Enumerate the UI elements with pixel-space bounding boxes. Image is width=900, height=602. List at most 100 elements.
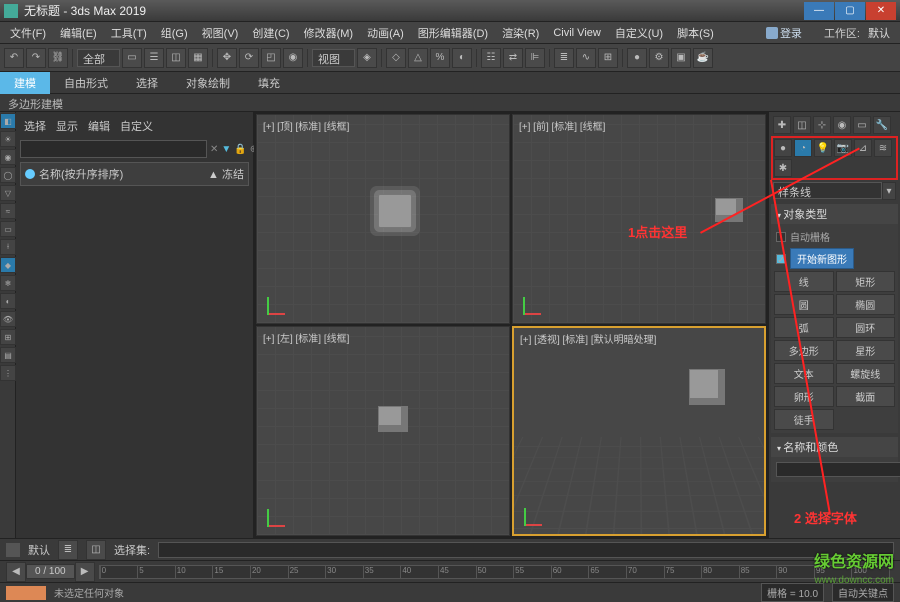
create-object-button[interactable]: 圆环 <box>836 317 896 338</box>
object-name-input[interactable] <box>776 462 900 477</box>
scene-tab[interactable]: 显示 <box>56 118 78 134</box>
link-button[interactable]: ⛓ <box>48 48 68 68</box>
viewport-top[interactable]: [+] [顶] [标准] [线框] <box>256 114 510 324</box>
object-type-rollout[interactable]: 对象类型 <box>771 204 898 224</box>
viewport-front[interactable]: [+] [前] [标准] [线框] <box>512 114 766 324</box>
material-button[interactable]: ● <box>627 48 647 68</box>
display-icon[interactable]: 👁 <box>0 311 16 327</box>
render-frame-button[interactable]: ▣ <box>671 48 691 68</box>
select-name-button[interactable]: ☰ <box>144 48 164 68</box>
snap-button[interactable]: ◇ <box>386 48 406 68</box>
menu-item[interactable]: 修改器(M) <box>298 23 360 43</box>
name-color-rollout[interactable]: 名称和颜色 <box>771 437 898 457</box>
layer-swatch-icon[interactable] <box>6 543 20 557</box>
angle-snap-button[interactable]: △ <box>408 48 428 68</box>
group-icon[interactable]: ▭ <box>0 221 16 237</box>
geometry-icon[interactable]: ● <box>774 139 792 157</box>
menu-item[interactable]: 创建(C) <box>246 23 295 43</box>
create-object-button[interactable]: 椭圆 <box>836 294 896 315</box>
close-button[interactable]: ✕ <box>866 2 896 20</box>
ribbon-tab[interactable]: 自由形式 <box>50 72 122 94</box>
space-icon[interactable]: ≈ <box>0 203 16 219</box>
scene-tab[interactable]: 选择 <box>24 118 46 134</box>
marquee-button[interactable]: ◫ <box>166 48 186 68</box>
percent-snap-button[interactable]: % <box>430 48 450 68</box>
align-button[interactable]: ⊫ <box>525 48 545 68</box>
shapes-cat-icon[interactable]: ◔ <box>794 139 812 157</box>
lights-icon[interactable]: ☀ <box>0 131 16 147</box>
scene-header[interactable]: 名称(按升序排序) ▲ 冻结 <box>20 162 249 186</box>
window-crossing-button[interactable]: ▦ <box>188 48 208 68</box>
menu-item[interactable]: 动画(A) <box>361 23 410 43</box>
viewport-label[interactable]: [+] [透视] [标准] [默认明暗处理] <box>520 331 656 346</box>
scene-search-input[interactable] <box>20 140 207 158</box>
viewport-label[interactable]: [+] [顶] [标准] [线框] <box>263 118 349 133</box>
hide-icon[interactable]: ◐ <box>0 293 16 309</box>
menu-item[interactable]: Civil View <box>547 25 606 41</box>
viewport-left[interactable]: [+] [左] [标准] [线框] <box>256 326 510 536</box>
frame-indicator[interactable]: 0 / 100 <box>26 564 75 579</box>
login-button[interactable]: 登录 <box>766 25 802 41</box>
menu-item[interactable]: 渲染(R) <box>496 23 545 43</box>
spacewarps-cat-icon[interactable]: ≋ <box>874 139 892 157</box>
viewport-label[interactable]: [+] [左] [标准] [线框] <box>263 330 349 345</box>
render-button[interactable]: ☕ <box>693 48 713 68</box>
refcoord-combo[interactable]: 视图 <box>312 49 355 67</box>
create-tab-icon[interactable]: ✚ <box>773 116 791 134</box>
filter-combo[interactable]: 全部 <box>77 49 120 67</box>
motion-tab-icon[interactable]: ◉ <box>833 116 851 134</box>
create-object-button[interactable]: 卵形 <box>774 386 834 407</box>
layer-manage-icon[interactable]: ≣ <box>58 540 78 560</box>
create-object-button[interactable]: 截面 <box>836 386 896 407</box>
ribbon-tab[interactable]: 对象绘制 <box>172 72 244 94</box>
timeline-prev-icon[interactable]: ◀ <box>6 562 26 582</box>
bulb-icon[interactable]: ◉ <box>0 149 16 165</box>
shapes-icon[interactable]: ◯ <box>0 167 16 183</box>
menu-item[interactable]: 自定义(U) <box>609 23 669 43</box>
create-object-button[interactable]: 多边形 <box>774 340 834 361</box>
mirror-button[interactable]: ⇄ <box>503 48 523 68</box>
helpers-cat-icon[interactable]: ⊿ <box>854 139 872 157</box>
selset-input[interactable] <box>158 542 894 558</box>
more-icon[interactable]: ⋮ <box>0 365 16 381</box>
create-object-button[interactable]: 线 <box>774 271 834 292</box>
move-button[interactable]: ✥ <box>217 48 237 68</box>
create-object-button[interactable]: 矩形 <box>836 271 896 292</box>
bone-icon[interactable]: ⟊ <box>0 239 16 255</box>
freeze-icon[interactable]: ❄ <box>0 275 16 291</box>
lights-cat-icon[interactable]: 💡 <box>814 139 832 157</box>
utilities-tab-icon[interactable]: 🔧 <box>873 116 891 134</box>
layer-button[interactable]: ≣ <box>554 48 574 68</box>
maximize-button[interactable]: ▢ <box>835 2 865 20</box>
menu-item[interactable]: 视图(V) <box>196 23 245 43</box>
autogrid-check[interactable] <box>776 232 786 242</box>
scene-tab[interactable]: 自定义 <box>120 118 153 134</box>
named-sel-button[interactable]: ☷ <box>481 48 501 68</box>
create-object-button[interactable]: 星形 <box>836 340 896 361</box>
create-object-button[interactable]: 弧 <box>774 317 834 338</box>
timeline-track[interactable]: 0510152025303540455055606570758085909510… <box>99 565 890 579</box>
scene-explorer-icon[interactable]: ◧ <box>0 113 16 129</box>
ribbon-tab[interactable]: 选择 <box>122 72 172 94</box>
clear-search-icon[interactable]: ✕ <box>210 141 218 157</box>
workspace-value[interactable]: 默认 <box>862 25 896 41</box>
menu-item[interactable]: 图形编辑器(D) <box>412 23 494 43</box>
xref-icon[interactable]: ⊞ <box>0 329 16 345</box>
display-tab-icon[interactable]: ▭ <box>853 116 871 134</box>
helper-icon[interactable]: ▽ <box>0 185 16 201</box>
hierarchy-tab-icon[interactable]: ⊹ <box>813 116 831 134</box>
layer-icon[interactable]: ▤ <box>0 347 16 363</box>
minimize-button[interactable]: — <box>804 2 834 20</box>
modify-tab-icon[interactable]: ◫ <box>793 116 811 134</box>
schematic-button[interactable]: ⊞ <box>598 48 618 68</box>
create-object-button[interactable]: 徒手 <box>774 409 834 430</box>
create-object-button[interactable]: 文本 <box>774 363 834 384</box>
cameras-cat-icon[interactable]: 📷 <box>834 139 852 157</box>
undo-button[interactable]: ↶ <box>4 48 24 68</box>
place-button[interactable]: ◉ <box>283 48 303 68</box>
menu-item[interactable]: 文件(F) <box>4 23 52 43</box>
layer-name[interactable]: 默认 <box>28 542 50 558</box>
select-button[interactable]: ▭ <box>122 48 142 68</box>
scene-tab[interactable]: 编辑 <box>88 118 110 134</box>
menu-item[interactable]: 工具(T) <box>105 23 153 43</box>
